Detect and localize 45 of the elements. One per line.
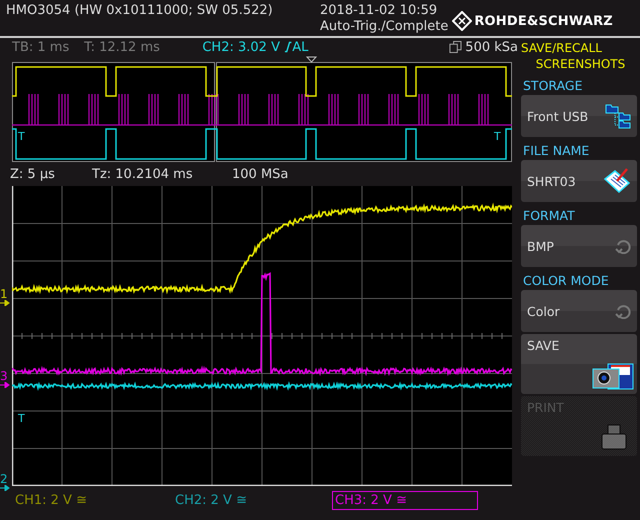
section-label: FILE NAME [523,143,590,158]
channel-setting[interactable]: CH3: 2 V ≅ [332,491,478,510]
softkey-button[interactable]: SAVE [521,334,637,394]
channel-marker: 1 [0,289,8,300]
trigger-marker: T [18,412,25,425]
zoom-timebase: Z: 5 µs [10,166,56,182]
cycle-arrow-icon [615,238,631,254]
notepad-pencil-icon [603,167,631,195]
date-time: 2018-11-02 10:59 [320,3,438,19]
acquisition-status: Auto-Trig./Complete [320,19,448,35]
softkey-button[interactable]: SHRT03 [521,160,637,202]
marker-arrow-icon [0,485,10,491]
sample-memory: 500 kSa [465,40,518,54]
channel-setting[interactable]: CH1: 2 V ≅ [12,491,158,510]
channel-marker: 2 [0,474,8,485]
printer-icon [601,424,627,450]
trigger-position-icon [306,56,317,63]
cycle-arrow-icon [615,303,631,319]
folder-tree-icon [605,103,631,129]
brand-name: ROHDE&SCHWARZ [474,14,613,28]
trigger-marker: T [18,131,25,143]
section-label: FORMAT [523,208,576,223]
trigger-time-readout: T: 12.12 ms [84,40,161,54]
softkey-button[interactable]: Front USB [521,95,637,137]
trigger-marker: T [494,131,501,143]
softkey-button[interactable]: Color [521,290,637,332]
channel-setting[interactable]: CH2: 2 V ≅ [172,491,318,510]
trigger-level-readout: CH2: 3.02 V [202,40,280,54]
trigger-mode: AL [292,40,310,54]
zoom-time: Tz: 10.2104 ms [92,166,194,182]
diamond-logo-icon [452,11,472,31]
menu-title: SCREENSHOTS [534,56,626,72]
softkey-button[interactable]: BMP [521,225,637,267]
memory-icon [449,40,462,54]
section-label: COLOR MODE [523,273,610,288]
marker-arrow-icon [0,382,10,388]
marker-arrow-icon [0,300,10,306]
channel-marker: 3 [0,371,8,382]
camera-floppy-icon [592,363,634,391]
rising-edge-icon [284,41,292,53]
section-label: STORAGE [523,78,584,93]
device-title: HMO3054 (HW 0x10111000; SW 05.522) [6,3,274,18]
sample-rate: 100 MSa [232,166,288,182]
timebase-readout: TB: 1 ms [12,40,70,54]
menu-title: SAVE/RECALL [521,40,603,56]
